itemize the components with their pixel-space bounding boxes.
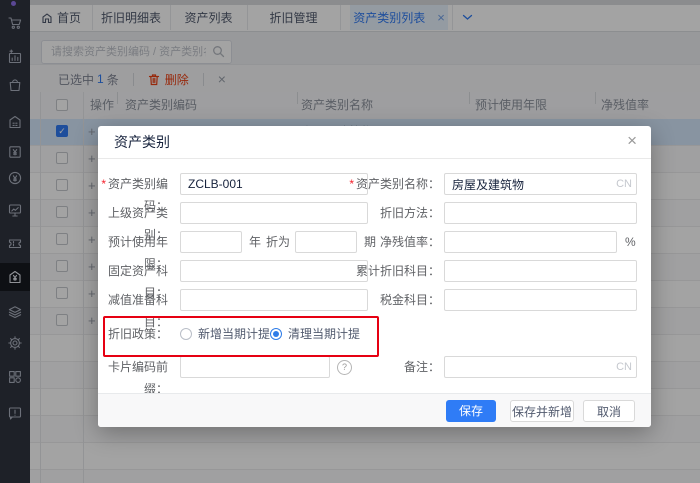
cancel-button[interactable]: 取消: [583, 400, 635, 422]
name-lang-suffix: CN: [602, 173, 632, 195]
radio-cleanup-period[interactable]: [270, 328, 282, 340]
card-prefix-input[interactable]: [180, 356, 330, 378]
accumulated-depreciation-account-input[interactable]: [444, 260, 637, 282]
save-button[interactable]: 保存: [446, 400, 496, 422]
tax-account-input[interactable]: [444, 289, 637, 311]
dialog-footer: 保存 保存并新增 取消: [98, 393, 651, 427]
dialog-close-icon[interactable]: ×: [627, 131, 637, 151]
field-label-tax: 税金科目：: [348, 289, 440, 311]
radio-cleanup-period-label[interactable]: 清理当期计提: [288, 323, 360, 345]
field-label-policy: 折旧政策：: [98, 323, 168, 345]
percent-suffix: %: [625, 231, 636, 253]
years-input[interactable]: [180, 231, 242, 253]
field-label-residual: 净残值率：: [348, 231, 440, 253]
convert-label: 折为: [266, 231, 290, 253]
field-label-remark: 备注：: [348, 356, 440, 378]
fixed-asset-account-input[interactable]: [180, 260, 368, 282]
field-label-method: 折旧方法：: [348, 202, 440, 224]
residual-rate-input[interactable]: [444, 231, 617, 253]
dialog-title: 资产类别: [114, 126, 170, 158]
radio-new-period-label[interactable]: 新增当期计提: [198, 323, 270, 345]
depreciation-method-input[interactable]: [444, 202, 637, 224]
impairment-account-input[interactable]: [180, 289, 368, 311]
asset-category-dialog: 资产类别 × *资产类别编码： *资产类别名称： CN 上级资产类别： 折旧方法…: [98, 126, 651, 427]
field-label-accum-account: 累计折旧科目：: [348, 260, 440, 282]
remark-lang-suffix: CN: [602, 356, 632, 378]
app-window: 首页 折旧明细表 资产列表 折旧管理 资产类别列表 × 已选中 1 条 删: [0, 0, 700, 483]
unit-year: 年: [249, 231, 261, 253]
parent-category-input[interactable]: [180, 202, 368, 224]
code-input[interactable]: [180, 173, 368, 195]
save-and-new-button[interactable]: 保存并新增: [510, 400, 574, 422]
radio-new-period[interactable]: [180, 328, 192, 340]
field-label-name: *资产类别名称：: [348, 173, 440, 195]
